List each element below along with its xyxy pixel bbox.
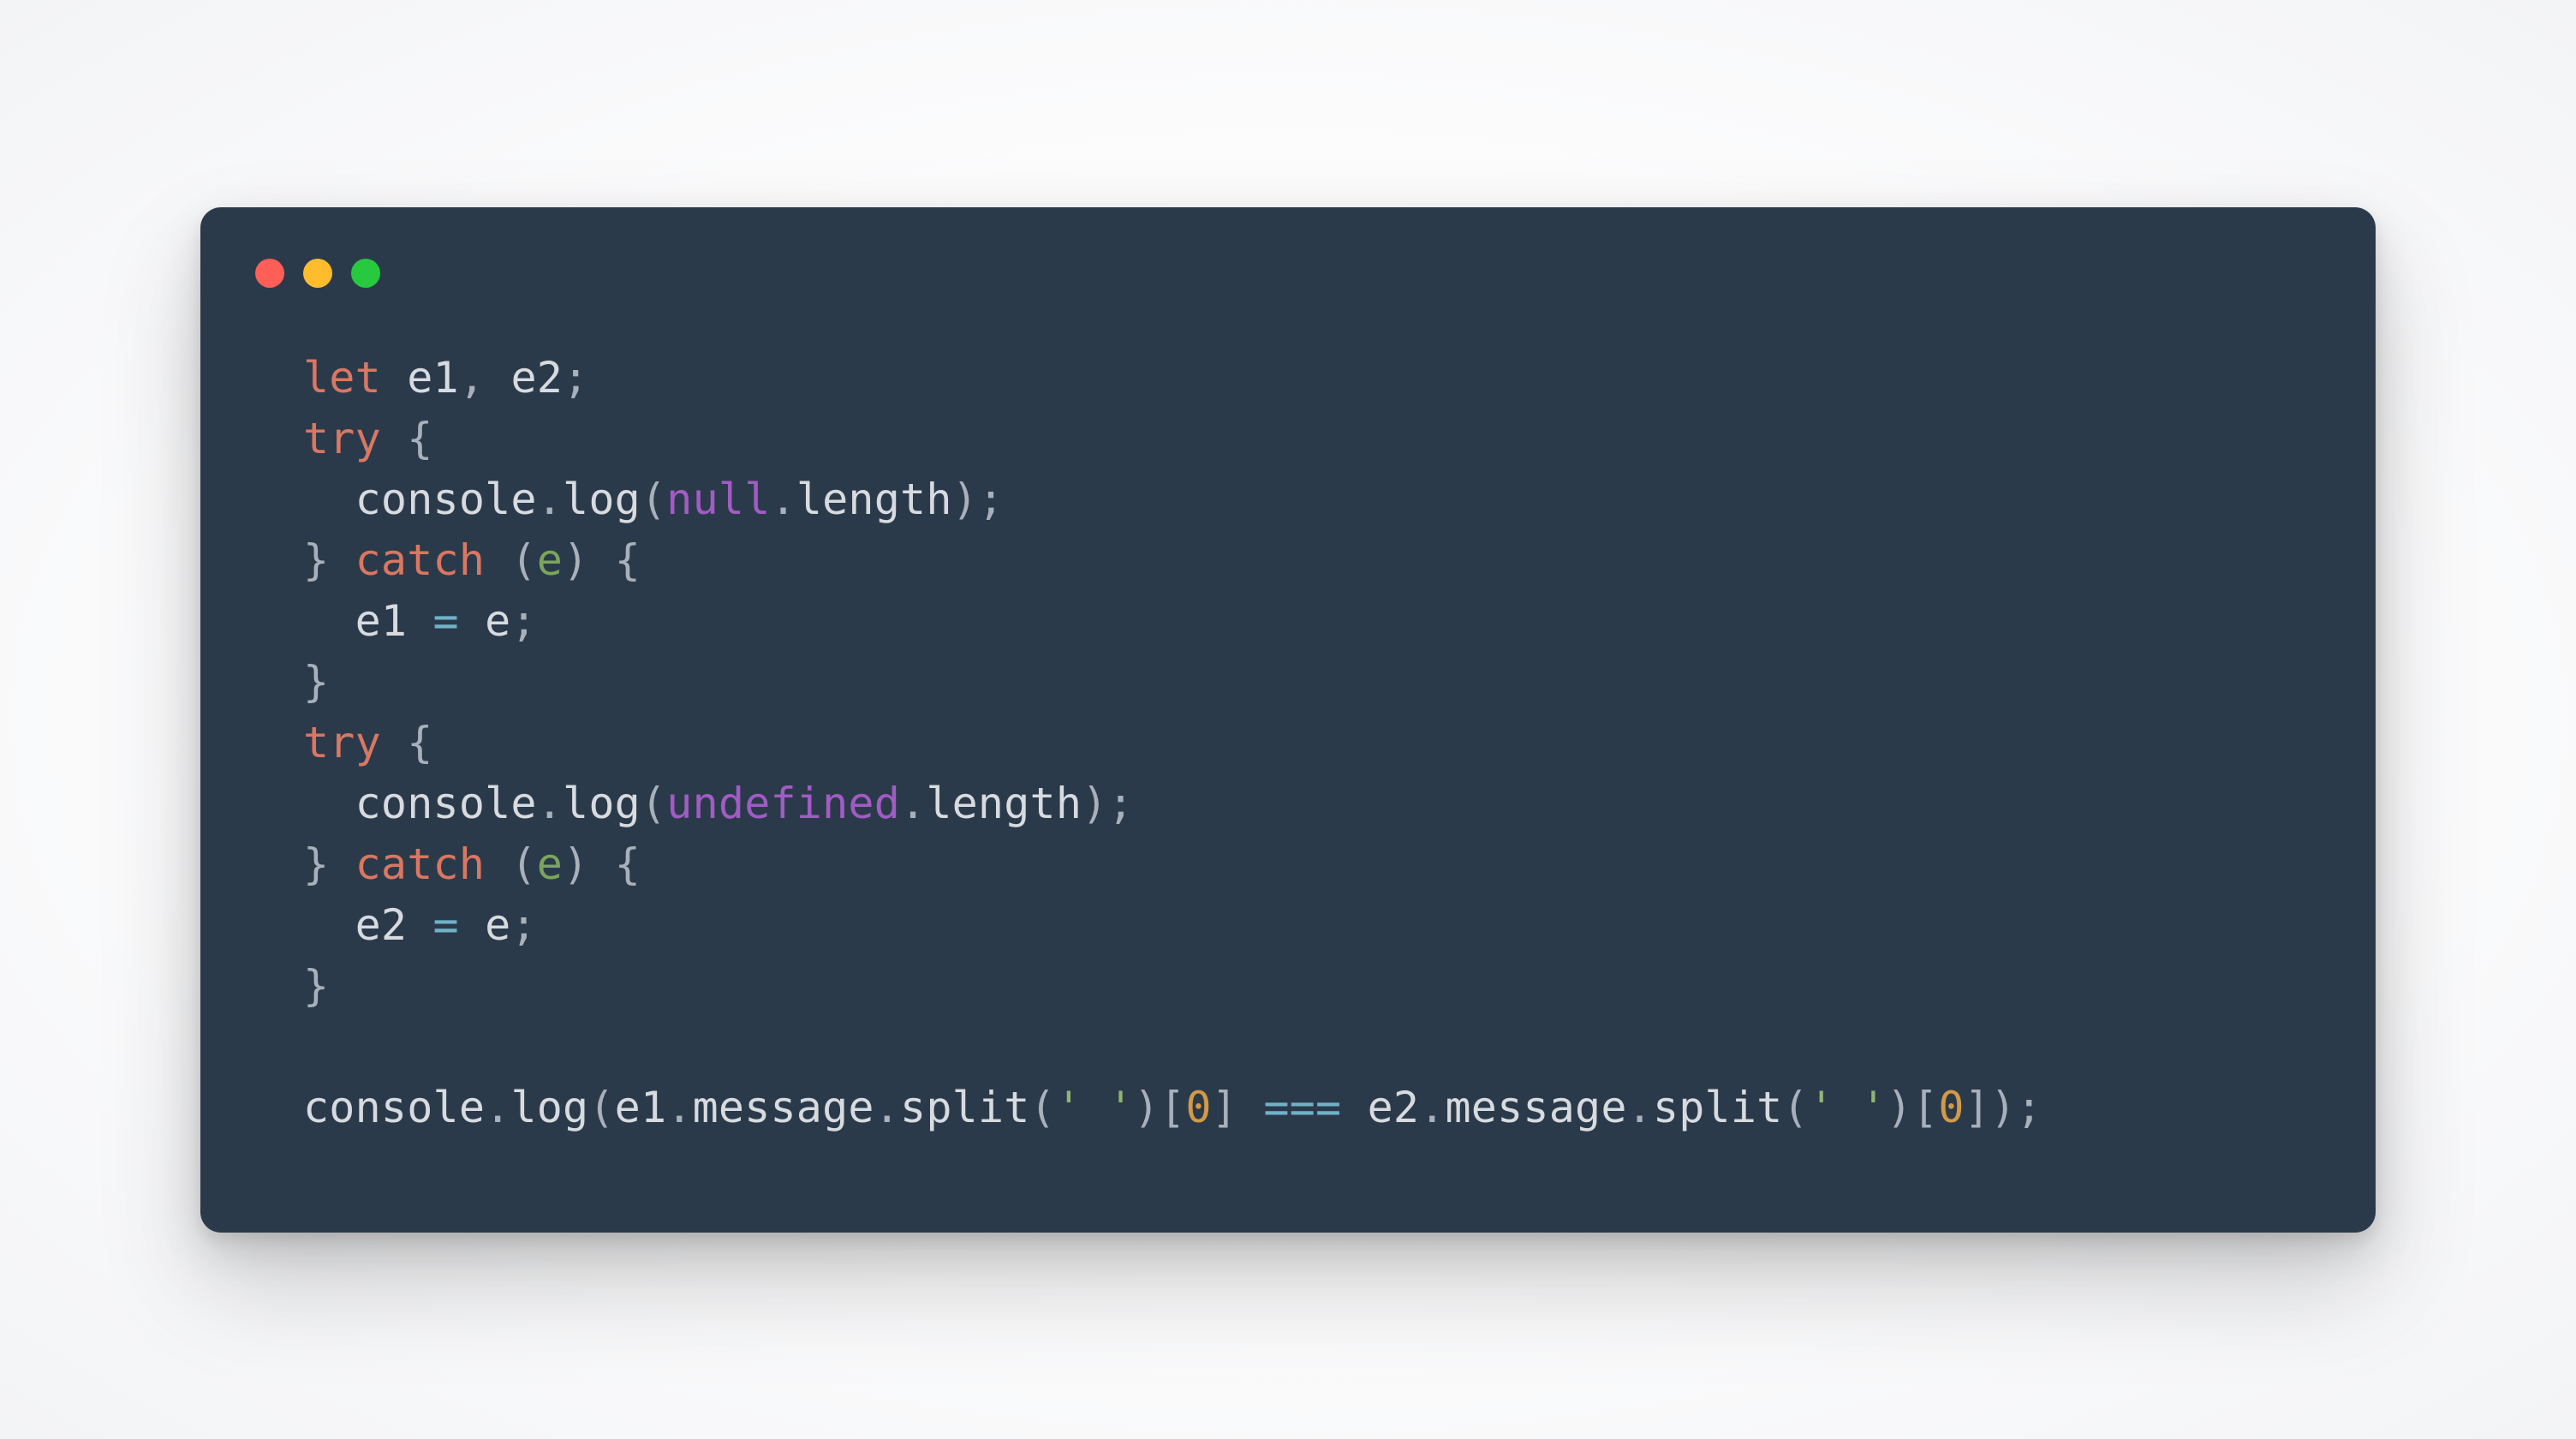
dot: . bbox=[537, 475, 563, 524]
semicolon: ; bbox=[563, 353, 588, 403]
property-length: length bbox=[926, 779, 1082, 828]
keyword-let: let bbox=[303, 353, 381, 403]
semicolon: ; bbox=[510, 596, 536, 646]
code-window: let e1, e2; try { console.log(null.lengt… bbox=[200, 207, 2376, 1233]
method-split: split bbox=[1653, 1083, 1783, 1132]
close-icon[interactable] bbox=[255, 259, 284, 288]
param-e: e bbox=[537, 535, 563, 585]
identifier-e: e bbox=[485, 596, 510, 646]
literal-null: null bbox=[666, 475, 770, 524]
property-message: message bbox=[1446, 1083, 1627, 1132]
method-log: log bbox=[563, 475, 641, 524]
bracket-close: ] bbox=[1965, 1083, 1990, 1132]
code-block: let e1, e2; try { console.log(null.lengt… bbox=[303, 348, 2307, 1138]
paren-open: ( bbox=[1030, 1083, 1056, 1132]
identifier-e2: e2 bbox=[510, 353, 563, 403]
paren-close: ) bbox=[1134, 1083, 1160, 1132]
operator-assign: = bbox=[433, 596, 459, 646]
brace-open: { bbox=[615, 839, 641, 889]
canvas: let e1, e2; try { console.log(null.lengt… bbox=[0, 0, 2576, 1439]
brace-close: } bbox=[303, 961, 329, 1011]
paren-close: ) bbox=[1990, 1083, 2016, 1132]
dot: . bbox=[900, 779, 926, 828]
identifier-console: console bbox=[303, 1083, 485, 1132]
property-length: length bbox=[796, 475, 952, 524]
keyword-try: try bbox=[303, 414, 381, 463]
paren-close: ) bbox=[1082, 779, 1107, 828]
brace-open: { bbox=[407, 414, 432, 463]
brace-open: { bbox=[615, 535, 641, 585]
paren-close: ) bbox=[952, 475, 978, 524]
paren-open: ( bbox=[510, 839, 536, 889]
paren-open: ( bbox=[641, 475, 666, 524]
dot: . bbox=[1419, 1083, 1445, 1132]
window-controls bbox=[255, 259, 2307, 288]
operator-strict-equal: === bbox=[1263, 1083, 1341, 1132]
brace-close: } bbox=[303, 657, 329, 707]
number-literal: 0 bbox=[1185, 1083, 1211, 1132]
dot: . bbox=[666, 1083, 692, 1132]
brace-close: } bbox=[303, 839, 329, 889]
paren-open: ( bbox=[1782, 1083, 1808, 1132]
minimize-icon[interactable] bbox=[303, 259, 332, 288]
number-literal: 0 bbox=[1938, 1083, 1964, 1132]
paren-close: ) bbox=[563, 535, 588, 585]
dot: . bbox=[485, 1083, 510, 1132]
identifier-e1: e1 bbox=[407, 353, 459, 403]
paren-close: ) bbox=[1887, 1083, 1912, 1132]
string-literal: ' ' bbox=[1056, 1083, 1134, 1132]
keyword-catch: catch bbox=[355, 535, 486, 585]
method-log: log bbox=[563, 779, 641, 828]
dot: . bbox=[771, 475, 796, 524]
semicolon: ; bbox=[1107, 779, 1133, 828]
brace-close: } bbox=[303, 535, 329, 585]
operator-assign: = bbox=[433, 900, 459, 950]
string-literal: ' ' bbox=[1809, 1083, 1887, 1132]
dot: . bbox=[537, 779, 563, 828]
keyword-try: try bbox=[303, 718, 381, 767]
paren-close: ) bbox=[563, 839, 588, 889]
semicolon: ; bbox=[510, 900, 536, 950]
bracket-close: ] bbox=[1212, 1083, 1237, 1132]
literal-undefined: undefined bbox=[666, 779, 900, 828]
comma: , bbox=[459, 353, 485, 403]
identifier-e1: e1 bbox=[615, 1083, 667, 1132]
paren-open: ( bbox=[641, 779, 666, 828]
identifier-e2: e2 bbox=[355, 900, 408, 950]
identifier-e1: e1 bbox=[355, 596, 408, 646]
paren-open: ( bbox=[588, 1083, 614, 1132]
identifier-e2: e2 bbox=[1368, 1083, 1420, 1132]
zoom-icon[interactable] bbox=[351, 259, 380, 288]
dot: . bbox=[874, 1083, 900, 1132]
dot: . bbox=[1627, 1083, 1653, 1132]
method-log: log bbox=[510, 1083, 588, 1132]
bracket-open: [ bbox=[1912, 1083, 1938, 1132]
property-message: message bbox=[693, 1083, 874, 1132]
brace-open: { bbox=[407, 718, 432, 767]
method-split: split bbox=[900, 1083, 1030, 1132]
paren-open: ( bbox=[510, 535, 536, 585]
keyword-catch: catch bbox=[355, 839, 486, 889]
bracket-open: [ bbox=[1160, 1083, 1185, 1132]
identifier-console: console bbox=[355, 475, 537, 524]
identifier-console: console bbox=[355, 779, 537, 828]
identifier-e: e bbox=[485, 900, 510, 950]
semicolon: ; bbox=[2016, 1083, 2042, 1132]
param-e: e bbox=[537, 839, 563, 889]
semicolon: ; bbox=[978, 475, 1004, 524]
